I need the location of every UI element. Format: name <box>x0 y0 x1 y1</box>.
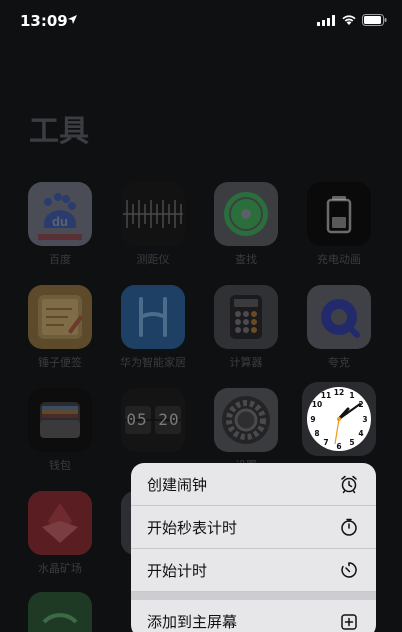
crystal-mine-icon <box>28 491 92 555</box>
stopwatch-icon <box>341 518 357 536</box>
svg-text:9: 9 <box>310 415 315 424</box>
svg-text:3: 3 <box>362 415 367 424</box>
app-label: 钱包 <box>49 459 71 472</box>
svg-text:12: 12 <box>334 388 344 397</box>
app-charge-animation[interactable]: 充电动画 <box>299 182 379 267</box>
wifi-icon <box>342 15 356 25</box>
menu-item-start-timer[interactable]: 开始计时 <box>131 549 376 592</box>
app-label: 充电动画 <box>317 253 361 266</box>
svg-text:7: 7 <box>323 438 328 447</box>
status-bar: 13:09 <box>0 0 402 44</box>
menu-separator <box>131 592 376 600</box>
wifi-app-icon <box>28 592 92 632</box>
menu-item-label: 添加到主屏幕 <box>147 613 238 631</box>
menu-item-create-alarm[interactable]: 创建闹钟 <box>131 463 376 506</box>
svg-text:10: 10 <box>312 400 322 409</box>
app-wallet[interactable]: 钱包 <box>20 388 100 473</box>
svg-text:11: 11 <box>321 391 331 400</box>
svg-text:4: 4 <box>358 429 363 438</box>
calculator-icon <box>214 285 278 349</box>
cellular-signal-icon <box>317 15 335 26</box>
gear-icon <box>214 388 278 452</box>
app-label: 锤子便签 <box>38 356 82 369</box>
app-baidu[interactable]: du 百度 <box>20 182 100 267</box>
app-smartisan-notes[interactable]: 锤子便签 <box>20 285 100 370</box>
app-label: 计算器 <box>229 356 263 369</box>
app-measure[interactable]: 测距仪 <box>113 182 193 267</box>
notes-icon <box>28 285 92 349</box>
svg-text:1: 1 <box>349 391 354 400</box>
app-label: 查找 <box>235 253 257 266</box>
app-crystal-mine[interactable]: 水晶矿场 <box>20 491 100 576</box>
app-label: 水晶矿场 <box>38 562 82 575</box>
app-quark[interactable]: 夸克 <box>299 285 379 370</box>
location-arrow-icon <box>68 15 77 24</box>
wallet-icon <box>28 388 92 452</box>
add-square-icon <box>341 613 357 630</box>
app-find-my[interactable]: 查找 <box>206 182 286 267</box>
app-calculator[interactable]: 计算器 <box>206 285 286 370</box>
app-time-widget[interactable]: 05 20 <box>113 388 193 457</box>
menu-item-label: 创建闹钟 <box>147 475 208 494</box>
svg-text:8: 8 <box>314 429 319 438</box>
find-my-icon <box>214 182 278 246</box>
timer-icon <box>341 562 357 578</box>
page-title: 工具 <box>29 114 89 149</box>
app-partial-row5[interactable] <box>20 592 100 632</box>
alarm-clock-icon <box>341 475 357 494</box>
app-label: 百度 <box>49 253 71 266</box>
menu-item-add-to-home-screen[interactable]: 添加到主屏幕 <box>131 600 376 632</box>
svg-text:du: du <box>52 214 68 229</box>
flip-clock-text: 05 20 <box>126 410 180 429</box>
status-time: 13:09 <box>20 12 68 30</box>
battery-charge-icon <box>307 182 371 246</box>
app-settings[interactable]: 设置 <box>206 388 286 473</box>
clock-icon: 12 1 2 3 4 5 6 7 8 9 10 11 <box>302 382 376 456</box>
huawei-home-icon <box>121 285 185 349</box>
baidu-icon: du <box>28 182 92 246</box>
menu-item-label: 开始秒表计时 <box>147 518 238 537</box>
app-huawei-smart-home[interactable]: 华为智能家居 <box>113 285 193 370</box>
app-label: 夸克 <box>328 356 350 369</box>
quark-icon <box>307 285 371 349</box>
app-clock[interactable]: 12 1 2 3 4 5 6 7 8 9 10 11 <box>299 382 379 456</box>
svg-text:5: 5 <box>349 438 354 447</box>
menu-item-label: 开始计时 <box>147 561 208 580</box>
flip-clock-icon: 05 20 <box>121 388 185 452</box>
battery-icon <box>362 14 387 26</box>
menu-item-start-stopwatch[interactable]: 开始秒表计时 <box>131 506 376 549</box>
app-label: 测距仪 <box>136 253 170 266</box>
svg-text:6: 6 <box>336 442 341 451</box>
measure-icon <box>121 182 185 246</box>
app-label: 华为智能家居 <box>120 356 186 369</box>
context-menu: 创建闹钟 开始秒表计时 开始计时 添加到主屏幕 <box>131 463 376 632</box>
